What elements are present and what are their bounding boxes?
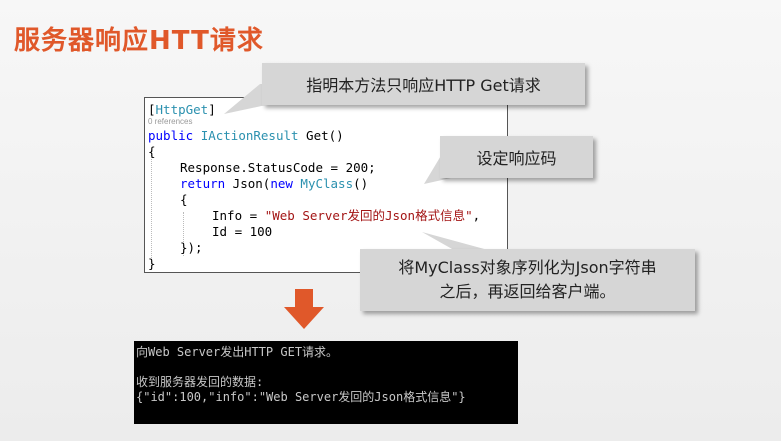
callout-serialize-line1: 将MyClass对象序列化为Json字符串 [398,258,657,277]
http-get-attribute: HttpGet [155,102,209,117]
code-open-brace: { [148,144,156,159]
code-attribute-line: [HttpGet] [148,102,216,117]
indent-guide [151,150,152,268]
code-status-line: Response.StatusCode = 200; [180,160,376,175]
callout-get-only: 指明本方法只响应HTTP Get请求 [262,63,585,105]
code-method-signature: public IActionResult Get() [148,128,344,143]
callout-status-code: 设定响应码 [440,136,593,178]
code-return-line: return Json(new MyClass() [180,176,369,191]
console-output: 向Web Server发出HTTP GET请求。 收到服务器发回的数据: {"i… [134,341,518,424]
code-info-line: Info = "Web Server发回的Json格式信息", [212,208,481,223]
code-id-line: Id = 100 [212,224,273,239]
console-line: 收到服务器发回的数据: [136,375,264,389]
code-inner-close: }); [180,240,203,255]
callout-serialize: 将MyClass对象序列化为Json字符串 之后，再返回给客户端。 [360,249,695,311]
slide-title: 服务器响应HTT请求 [14,26,264,56]
down-arrow-icon [284,289,324,329]
console-line: 向Web Server发出HTTP GET请求。 [136,345,339,359]
references-codelens[interactable]: 0 references [148,117,192,127]
code-close-brace: } [148,256,156,271]
console-line: {"id":100,"info":"Web Server发回的Json格式信息"… [136,390,466,404]
callout-serialize-line2: 之后，再返回给客户端。 [439,282,616,301]
code-inner-open-brace: { [180,192,188,207]
